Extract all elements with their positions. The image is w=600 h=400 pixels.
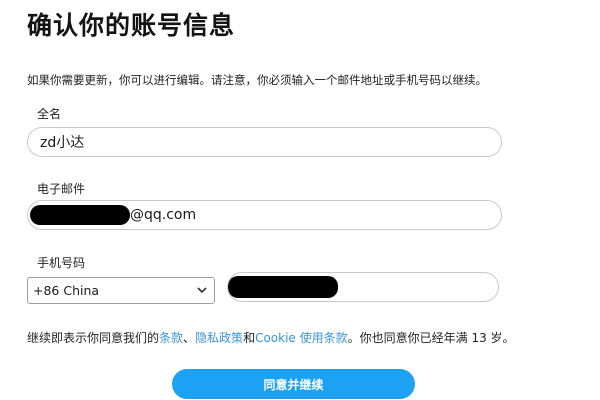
terms-notice: 继续即表示你同意我们的条款、隐私政策和Cookie 使用条款。你也同意你已经年满… (27, 331, 515, 345)
cookie-policy-link[interactable]: Cookie 使用条款 (255, 331, 348, 345)
redacted-email-user (30, 205, 130, 225)
email-label: 电子邮件 (37, 182, 86, 196)
country-code-value: +86 China (33, 283, 100, 298)
redacted-phone-number (228, 276, 338, 298)
email-domain: @qq.com (130, 207, 197, 223)
chevron-down-icon (196, 285, 208, 297)
terms-link[interactable]: 条款 (159, 331, 183, 345)
phone-label: 手机号码 (37, 256, 86, 270)
page-title: 确认你的账号信息 (27, 11, 236, 40)
agree-continue-button[interactable]: 同意并继续 (172, 369, 415, 399)
account-confirm-page: 确认你的账号信息 如果你需要更新，你可以进行编辑。请注意，你必须输入一个邮件地址… (0, 0, 600, 400)
privacy-policy-link[interactable]: 隐私政策 (195, 331, 243, 345)
name-input[interactable]: zd小达 (27, 127, 502, 157)
instructions-text: 如果你需要更新，你可以进行编辑。请注意，你必须输入一个邮件地址或手机号码以继续。 (27, 73, 487, 87)
name-label: 全名 (37, 107, 62, 121)
email-input[interactable]: @qq.com (27, 200, 502, 230)
country-code-select[interactable]: +86 China (27, 277, 215, 304)
phone-input[interactable] (227, 272, 499, 302)
name-value: zd小达 (40, 135, 85, 151)
